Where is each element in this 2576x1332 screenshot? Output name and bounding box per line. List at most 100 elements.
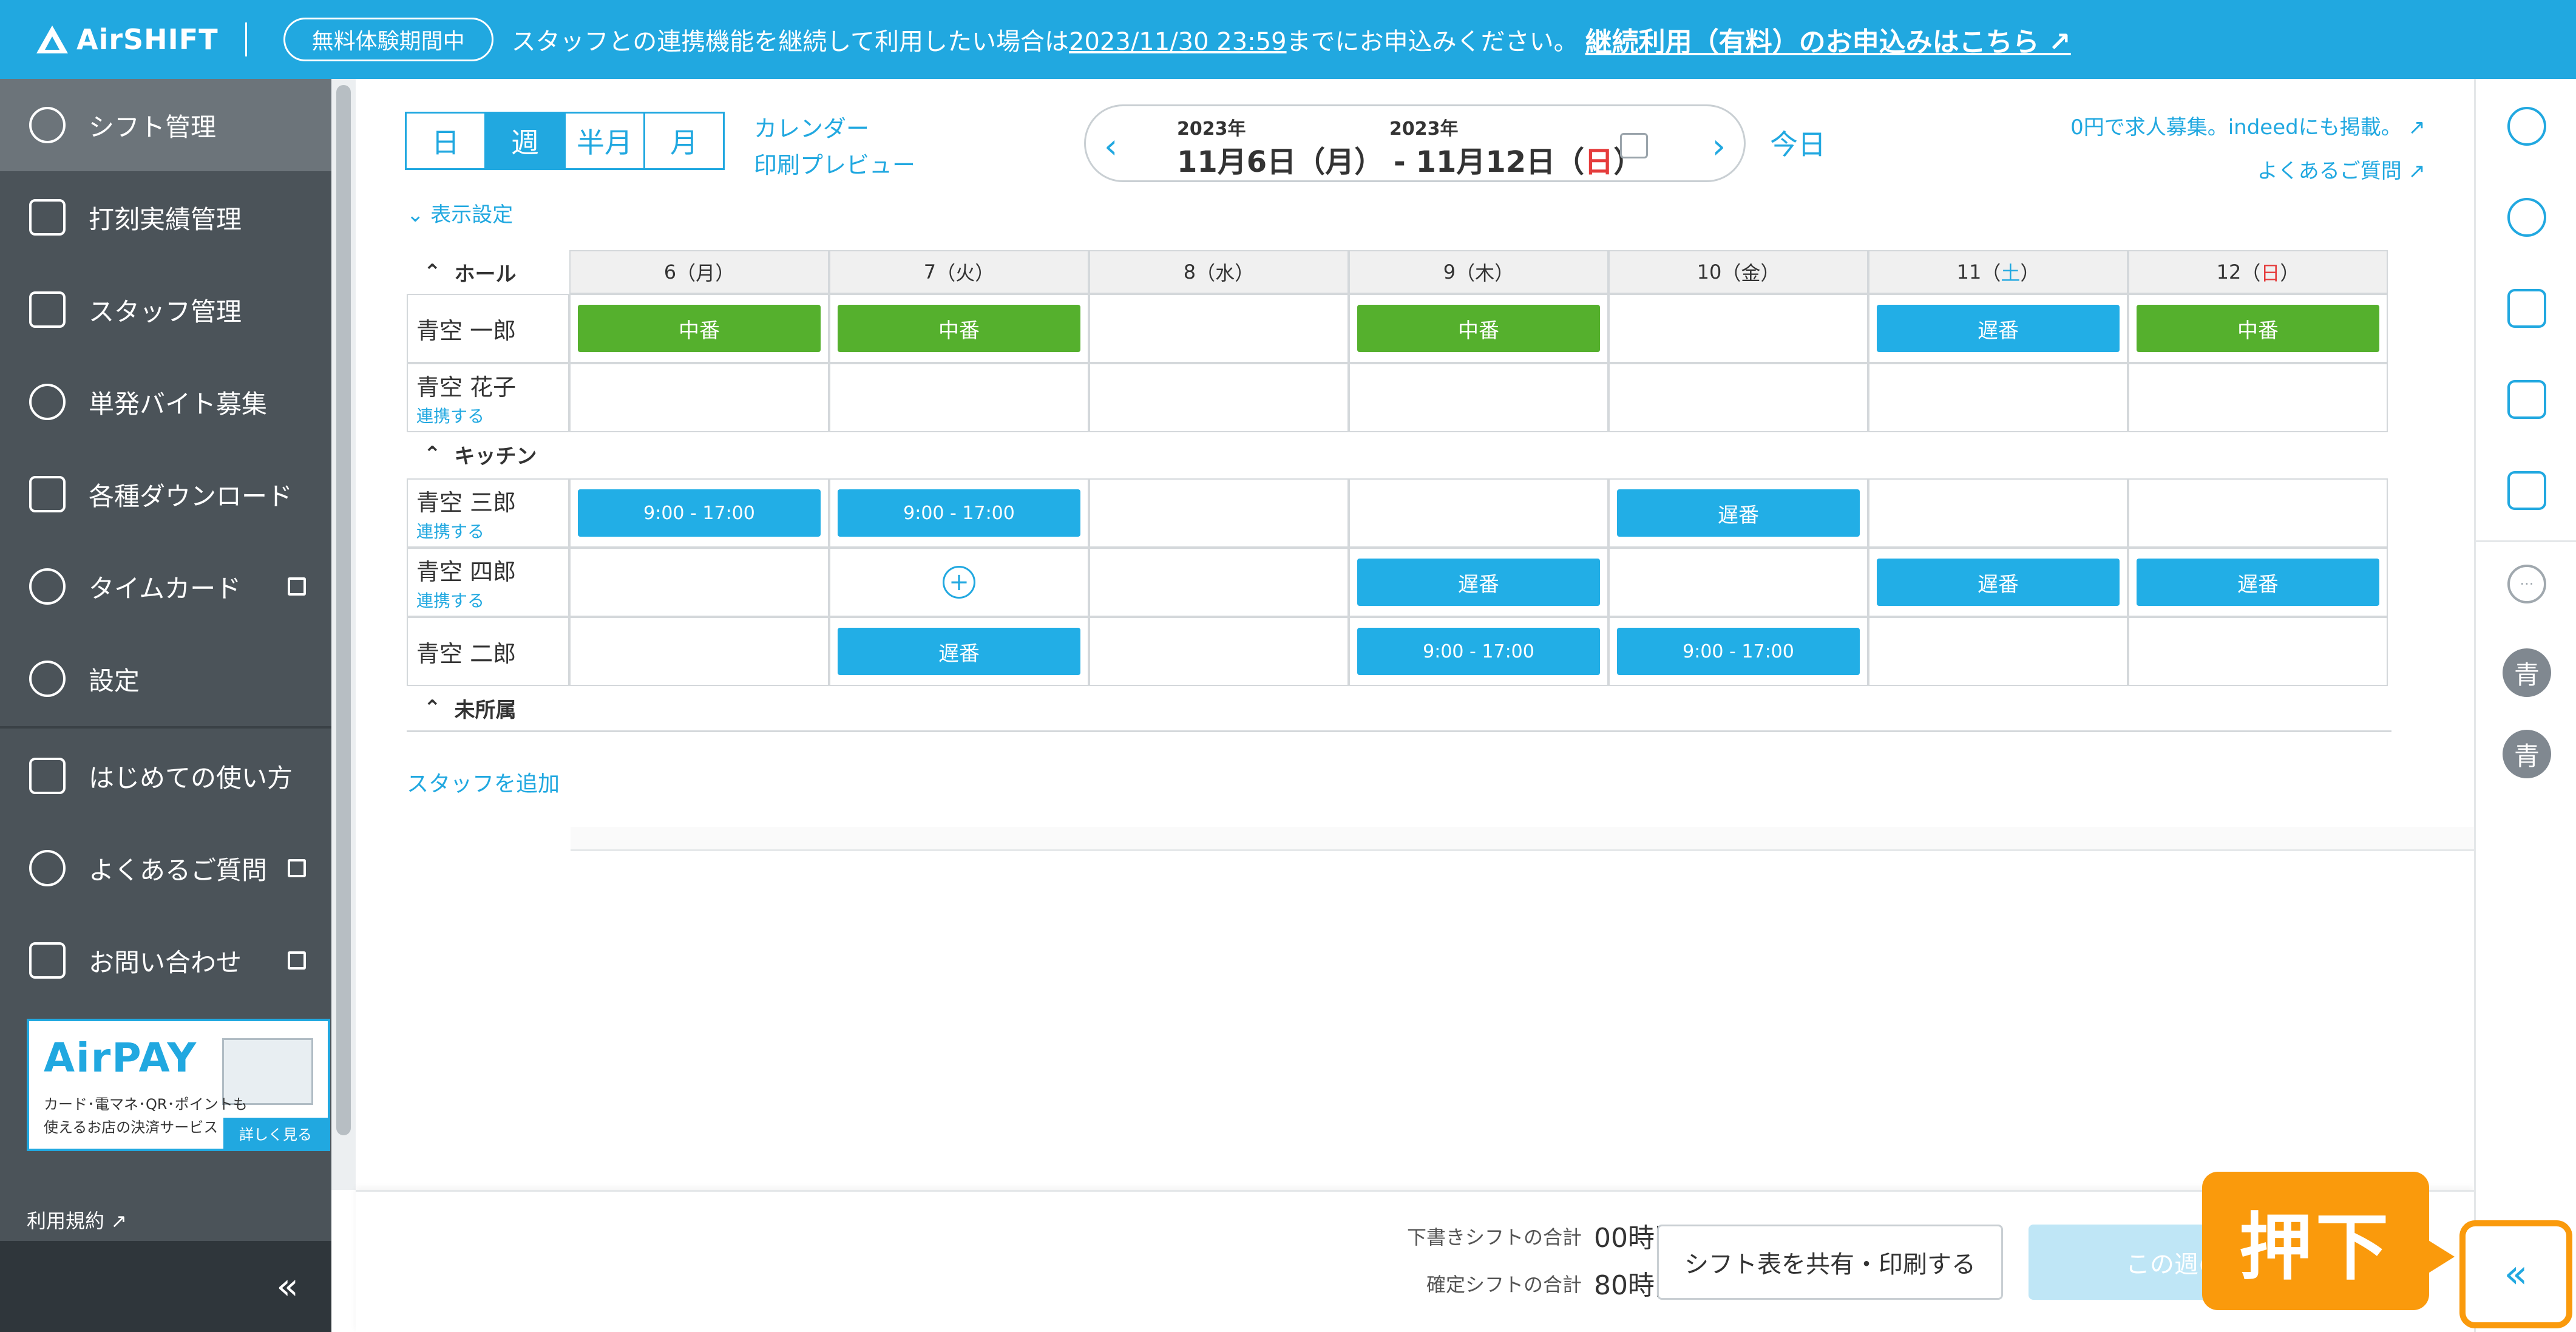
shift-block[interactable]: 9:00 - 17:00 xyxy=(1617,628,1860,675)
link-staff-link[interactable]: 連携する xyxy=(416,588,568,612)
sidebar-item-recruit[interactable]: 単発バイト募集 xyxy=(0,356,331,448)
info-icon[interactable] xyxy=(2507,107,2546,146)
shift-cell[interactable] xyxy=(1868,363,2128,432)
chat-icon[interactable]: ··· xyxy=(2507,565,2546,603)
shift-cell[interactable] xyxy=(2128,478,2388,548)
recruit-link[interactable]: 0円で求人募集。indeedにも掲載。 ↗ xyxy=(2070,106,2425,149)
shift-cell[interactable] xyxy=(1349,478,1608,548)
group-header[interactable]: ⌃ 未所属 xyxy=(407,686,569,730)
shift-cell[interactable]: 遅番 xyxy=(1868,548,2128,617)
tab-week[interactable]: 週 xyxy=(484,112,566,170)
shift-cell[interactable] xyxy=(1868,478,2128,548)
sidebar-item-shift-management[interactable]: シフト管理 xyxy=(0,79,331,171)
staff-name-cell[interactable]: 青空 一郎 xyxy=(407,294,569,363)
shift-cell[interactable]: 中番 xyxy=(569,294,829,363)
share-print-button[interactable]: シフト表を共有・印刷する xyxy=(1657,1225,2003,1300)
staff-name-cell[interactable]: 青空 四郎 連携する xyxy=(407,548,569,617)
airpay-more-link[interactable]: 詳しく見る xyxy=(223,1118,328,1149)
shift-cell[interactable]: 9:00 - 17:00 xyxy=(1608,617,1868,686)
calendar-icon[interactable] xyxy=(1620,133,1648,158)
add-shift-button[interactable]: + xyxy=(943,566,975,599)
shift-block[interactable]: 遅番 xyxy=(838,628,1080,675)
shift-cell[interactable] xyxy=(569,617,829,686)
sidebar-item-getting-started[interactable]: はじめての使い方 xyxy=(0,730,331,822)
shift-cell[interactable] xyxy=(1089,478,1349,548)
shift-request-icon[interactable] xyxy=(2507,289,2546,328)
shift-block[interactable]: 遅番 xyxy=(1357,559,1600,606)
shift-cell[interactable] xyxy=(1349,363,1608,432)
sidebar-item-settings[interactable]: 設定 xyxy=(0,633,331,725)
shift-block[interactable]: 中番 xyxy=(578,305,821,352)
sidebar-item-contact[interactable]: お問い合わせ xyxy=(0,914,331,1007)
shift-approve-icon[interactable] xyxy=(2507,471,2546,510)
shift-cell[interactable] xyxy=(1089,617,1349,686)
tab-month[interactable]: 月 xyxy=(643,112,725,170)
next-week-button[interactable]: › xyxy=(1712,127,1726,166)
shift-cell[interactable]: 9:00 - 17:00 xyxy=(1349,617,1608,686)
sidebar-scrollbar[interactable] xyxy=(331,79,356,1190)
today-button[interactable]: 今日 xyxy=(1770,123,1826,163)
link-staff-link[interactable]: 連携する xyxy=(416,518,568,543)
shift-cell[interactable] xyxy=(829,363,1089,432)
shift-pending-icon[interactable] xyxy=(2507,380,2546,419)
shift-cell[interactable] xyxy=(1608,294,1868,363)
sidebar-scrollbar-thumb[interactable] xyxy=(336,85,351,1135)
shift-cell[interactable]: 遅番 xyxy=(1608,478,1868,548)
continue-subscription-link[interactable]: 継続利用（有料）のお申込みはこちら ↗ xyxy=(1585,20,2071,59)
avatar[interactable]: 青 xyxy=(2503,730,2551,778)
shift-cell[interactable] xyxy=(2128,363,2388,432)
airpay-banner[interactable]: AirPAY カード･電マネ･QR･ポイントも 使えるお店の決済サービス 詳しく… xyxy=(27,1019,330,1151)
faq-link[interactable]: よくあるご質問 ↗ xyxy=(2070,149,2425,193)
tab-half-month[interactable]: 半月 xyxy=(564,112,645,170)
group-header[interactable]: ⌃ ホール xyxy=(407,250,569,294)
shift-cell[interactable] xyxy=(1608,363,1868,432)
shift-block[interactable]: 9:00 - 17:00 xyxy=(838,489,1080,537)
sidebar-item-timesheet[interactable]: 打刻実績管理 xyxy=(0,171,331,263)
calendar-link[interactable]: カレンダー xyxy=(754,110,915,147)
shift-cell[interactable]: 遅番 xyxy=(2128,548,2388,617)
display-settings-toggle[interactable]: ⌄ 表示設定 xyxy=(407,198,513,228)
shift-block[interactable]: 9:00 - 17:00 xyxy=(1357,628,1600,675)
collapse-rightbar-button[interactable]: « xyxy=(2459,1220,2572,1328)
brand-logo[interactable]: AirSHIFT xyxy=(36,23,219,56)
tab-day[interactable]: 日 xyxy=(405,112,486,170)
shift-block[interactable]: 9:00 - 17:00 xyxy=(578,489,821,537)
shift-cell[interactable]: 遅番 xyxy=(829,617,1089,686)
shift-cell[interactable] xyxy=(1089,363,1349,432)
shift-block[interactable]: 中番 xyxy=(1357,305,1600,352)
shift-block[interactable]: 遅番 xyxy=(1877,559,2120,606)
shift-cell[interactable]: 中番 xyxy=(2128,294,2388,363)
shift-cell[interactable] xyxy=(1089,294,1349,363)
shift-cell[interactable] xyxy=(569,363,829,432)
shift-block[interactable]: 中番 xyxy=(838,305,1080,352)
group-header[interactable]: ⌃ キッチン xyxy=(407,432,569,476)
shift-cell[interactable]: 遅番 xyxy=(1349,548,1608,617)
terms-link[interactable]: 利用規約 ↗ xyxy=(27,1206,127,1234)
shift-cell[interactable] xyxy=(1608,548,1868,617)
link-staff-link[interactable]: 連携する xyxy=(416,403,568,427)
shift-cell[interactable]: 9:00 - 17:00 xyxy=(569,478,829,548)
shift-cell[interactable] xyxy=(1868,617,2128,686)
sidebar-item-download[interactable]: 各種ダウンロード xyxy=(0,448,331,540)
staff-name-cell[interactable]: 青空 二郎 xyxy=(407,617,569,686)
shift-cell[interactable]: 中番 xyxy=(1349,294,1608,363)
collapse-sidebar-button[interactable]: « xyxy=(0,1241,331,1332)
shift-cell[interactable] xyxy=(2128,617,2388,686)
print-preview-link[interactable]: 印刷プレビュー xyxy=(754,147,915,183)
add-user-icon[interactable] xyxy=(2507,198,2546,237)
shift-cell[interactable]: 中番 xyxy=(829,294,1089,363)
shift-cell[interactable] xyxy=(1089,548,1349,617)
shift-cell[interactable]: 遅番 xyxy=(1868,294,2128,363)
sidebar-item-staff[interactable]: スタッフ管理 xyxy=(0,263,331,356)
prev-week-button[interactable]: ‹ xyxy=(1104,127,1117,166)
shift-block[interactable]: 遅番 xyxy=(1617,489,1860,537)
add-staff-link[interactable]: スタッフを追加 xyxy=(407,766,560,798)
shift-cell[interactable]: + xyxy=(829,548,1089,617)
avatar[interactable]: 青 xyxy=(2503,648,2551,697)
staff-name-cell[interactable]: 青空 花子 連携する xyxy=(407,363,569,432)
shift-block[interactable]: 中番 xyxy=(2137,305,2379,352)
shift-cell[interactable]: 9:00 - 17:00 xyxy=(829,478,1089,548)
sidebar-item-faq[interactable]: よくあるご質問 xyxy=(0,822,331,914)
shift-block[interactable]: 遅番 xyxy=(1877,305,2120,352)
sidebar-item-timecard[interactable]: タイムカード xyxy=(0,540,331,633)
